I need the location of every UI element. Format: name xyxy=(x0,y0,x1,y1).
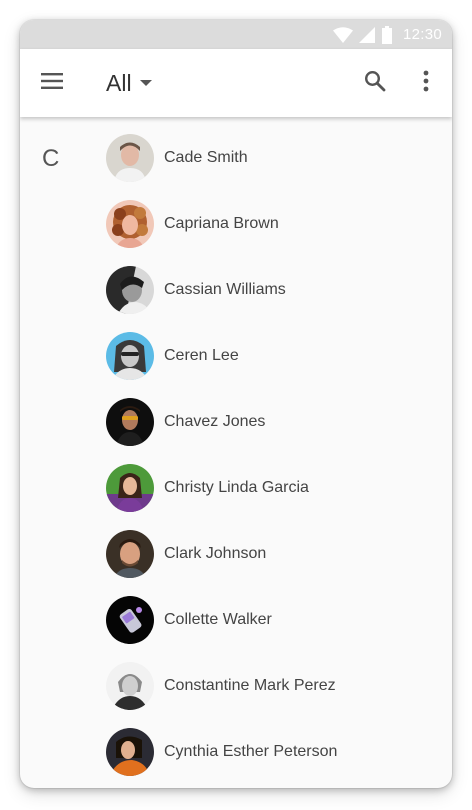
contact-name: Ceren Lee xyxy=(164,347,239,364)
contact-row[interactable]: Collette Walker xyxy=(20,587,452,653)
status-bar: 12:30 xyxy=(20,20,452,49)
search-icon xyxy=(363,69,387,98)
more-vert-icon xyxy=(423,70,429,97)
avatar xyxy=(106,596,154,644)
contact-row[interactable]: Constantine Mark Perez xyxy=(20,653,452,719)
contact-row[interactable]: Cade Smith xyxy=(20,125,452,191)
contact-row[interactable]: Clark Johnson xyxy=(20,521,452,587)
contact-row[interactable]: Cassian Williams xyxy=(20,257,452,323)
avatar xyxy=(106,530,154,578)
avatar xyxy=(106,464,154,512)
filter-dropdown[interactable]: All xyxy=(106,67,152,99)
menu-button[interactable] xyxy=(39,71,65,95)
contact-name: Cassian Williams xyxy=(164,281,286,298)
contact-name: Chavez Jones xyxy=(164,413,266,430)
avatar xyxy=(106,728,154,776)
avatar xyxy=(106,266,154,314)
contact-name: Cynthia Esther Peterson xyxy=(164,743,338,760)
contact-row[interactable]: Ceren Lee xyxy=(20,323,452,389)
dropdown-arrow-icon xyxy=(139,74,152,92)
avatar xyxy=(106,662,154,710)
contact-name: Cade Smith xyxy=(164,149,248,166)
more-options-button[interactable] xyxy=(416,70,436,96)
contact-row[interactable]: Capriana Brown xyxy=(20,191,452,257)
contact-name: Clark Johnson xyxy=(164,545,267,562)
contact-row[interactable]: Chavez Jones xyxy=(20,389,452,455)
avatar xyxy=(106,332,154,380)
menu-icon xyxy=(40,72,64,95)
avatar xyxy=(106,398,154,446)
phone-frame: 12:30 All C Cade Smith Capriana Brown Ca… xyxy=(20,20,452,788)
app-bar: All xyxy=(20,49,452,117)
contact-row[interactable]: Cynthia Esther Peterson xyxy=(20,719,452,785)
avatar xyxy=(106,200,154,248)
avatar xyxy=(106,134,154,182)
contact-name: Christy Linda Garcia xyxy=(164,479,309,496)
status-time: 12:30 xyxy=(402,26,442,43)
search-button[interactable] xyxy=(362,70,388,96)
wifi-icon xyxy=(332,26,353,43)
contact-list: C Cade Smith Capriana Brown Cassian Will… xyxy=(20,117,452,785)
contact-row[interactable]: Christy Linda Garcia xyxy=(20,455,452,521)
contact-name: Constantine Mark Perez xyxy=(164,677,336,694)
cell-signal-icon xyxy=(358,26,375,43)
battery-icon xyxy=(381,25,393,44)
app-bar-title: All xyxy=(106,69,132,96)
contact-name: Collette Walker xyxy=(164,611,272,628)
contact-name: Capriana Brown xyxy=(164,215,279,232)
